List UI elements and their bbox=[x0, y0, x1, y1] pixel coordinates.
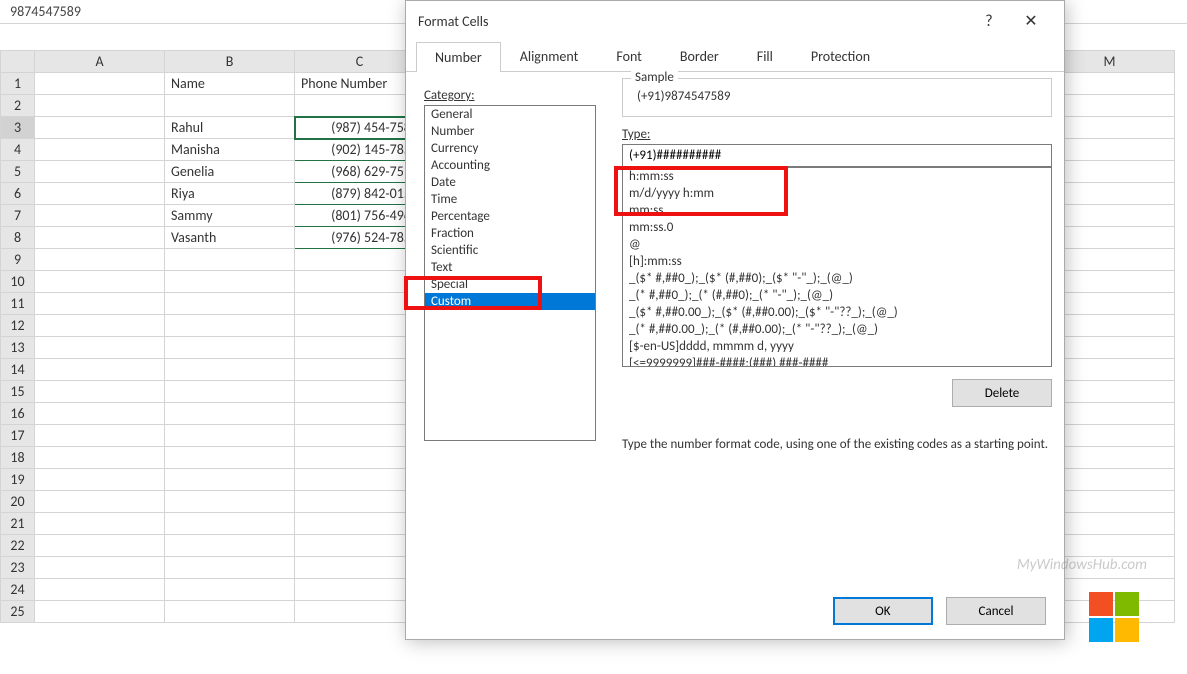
number-right-pane: Sample (+91)9874547589 Type: h:mm:ss m/d… bbox=[622, 72, 1052, 452]
col-A[interactable]: A bbox=[35, 51, 165, 73]
cancel-button[interactable]: Cancel bbox=[946, 597, 1046, 625]
fmt-6[interactable]: _($* #,##0_);_($* (#,##0);_($* "-"_);_(@… bbox=[623, 270, 1051, 287]
row-6[interactable]: 6 bbox=[1, 183, 35, 205]
dialog-title: Format Cells bbox=[418, 13, 488, 30]
help-icon[interactable]: ? bbox=[968, 12, 1010, 31]
row-11[interactable]: 11 bbox=[1, 293, 35, 315]
format-code-list[interactable]: h:mm:ss m/d/yyyy h:mm mm:ss mm:ss.0 @ [h… bbox=[622, 167, 1052, 367]
category-special[interactable]: Special bbox=[425, 276, 595, 293]
fmt-9[interactable]: _(* #,##0.00_);_(* (#,##0.00);_(* "-"??_… bbox=[623, 321, 1051, 338]
row-14[interactable]: 14 bbox=[1, 359, 35, 381]
type-label: Type: bbox=[622, 127, 650, 142]
category-fraction[interactable]: Fraction bbox=[425, 225, 595, 242]
tab-font[interactable]: Font bbox=[597, 41, 661, 71]
sample-label: Sample bbox=[631, 70, 678, 85]
category-accounting[interactable]: Accounting bbox=[425, 157, 595, 174]
row-16[interactable]: 16 bbox=[1, 403, 35, 425]
row-12[interactable]: 12 bbox=[1, 315, 35, 337]
row-4[interactable]: 4 bbox=[1, 139, 35, 161]
close-icon[interactable]: ✕ bbox=[1010, 11, 1052, 31]
format-hint: Type the number format code, using one o… bbox=[622, 407, 1052, 452]
cell-B6[interactable]: Riya bbox=[165, 183, 295, 205]
row-2[interactable]: 2 bbox=[1, 95, 35, 117]
fmt-8[interactable]: _($* #,##0.00_);_($* (#,##0.00);_($* "-"… bbox=[623, 304, 1051, 321]
row-7[interactable]: 7 bbox=[1, 205, 35, 227]
fmt-11[interactable]: [<=9999999]###-####;(###) ###-#### bbox=[623, 355, 1051, 367]
ok-button[interactable]: OK bbox=[833, 597, 933, 625]
tab-border[interactable]: Border bbox=[661, 41, 738, 71]
cell-B8[interactable]: Vasanth bbox=[165, 227, 295, 249]
row-23[interactable]: 23 bbox=[1, 557, 35, 579]
row-1[interactable]: 1 bbox=[1, 73, 35, 95]
fmt-2[interactable]: mm:ss bbox=[623, 202, 1051, 219]
category-label: Category: bbox=[424, 88, 475, 103]
formula-value: 9874547589 bbox=[10, 3, 81, 20]
category-time[interactable]: Time bbox=[425, 191, 595, 208]
select-all-corner[interactable] bbox=[1, 51, 35, 73]
col-B[interactable]: B bbox=[165, 51, 295, 73]
cell-B1[interactable]: Name bbox=[165, 73, 295, 95]
cell-B4[interactable]: Manisha bbox=[165, 139, 295, 161]
row-20[interactable]: 20 bbox=[1, 491, 35, 513]
category-number[interactable]: Number bbox=[425, 123, 595, 140]
category-date[interactable]: Date bbox=[425, 174, 595, 191]
row-25[interactable]: 25 bbox=[1, 601, 35, 623]
fmt-10[interactable]: [$-en-US]dddd, mmmm d, yyyy bbox=[623, 338, 1051, 355]
fmt-4[interactable]: @ bbox=[623, 236, 1051, 253]
category-text[interactable]: Text bbox=[425, 259, 595, 276]
category-custom[interactable]: Custom bbox=[425, 293, 595, 310]
tab-protection[interactable]: Protection bbox=[792, 41, 889, 71]
tab-alignment[interactable]: Alignment bbox=[501, 41, 598, 71]
row-18[interactable]: 18 bbox=[1, 447, 35, 469]
category-listbox[interactable]: General Number Currency Accounting Date … bbox=[424, 105, 596, 441]
sample-value: (+91)9874547589 bbox=[633, 85, 1041, 104]
row-13[interactable]: 13 bbox=[1, 337, 35, 359]
fmt-7[interactable]: _(* #,##0_);_(* (#,##0);_(* "-"_);_(@_) bbox=[623, 287, 1051, 304]
row-5[interactable]: 5 bbox=[1, 161, 35, 183]
type-input[interactable] bbox=[622, 144, 1052, 167]
dialog-body: Category: General Number Currency Accoun… bbox=[406, 72, 1064, 455]
row-15[interactable]: 15 bbox=[1, 381, 35, 403]
delete-button[interactable]: Delete bbox=[952, 379, 1052, 407]
watermark-logo-icon bbox=[1089, 592, 1139, 642]
cell-B5[interactable]: Genelia bbox=[165, 161, 295, 183]
fmt-5[interactable]: [h]:mm:ss bbox=[623, 253, 1051, 270]
row-21[interactable]: 21 bbox=[1, 513, 35, 535]
fmt-3[interactable]: mm:ss.0 bbox=[623, 219, 1051, 236]
dialog-tabs: Number Alignment Font Border Fill Protec… bbox=[406, 41, 1064, 72]
row-3[interactable]: 3 bbox=[1, 117, 35, 139]
fmt-0[interactable]: h:mm:ss bbox=[623, 168, 1051, 185]
category-currency[interactable]: Currency bbox=[425, 140, 595, 157]
row-8[interactable]: 8 bbox=[1, 227, 35, 249]
row-19[interactable]: 19 bbox=[1, 469, 35, 491]
category-general[interactable]: General bbox=[425, 106, 595, 123]
cell-B7[interactable]: Sammy bbox=[165, 205, 295, 227]
row-22[interactable]: 22 bbox=[1, 535, 35, 557]
category-percentage[interactable]: Percentage bbox=[425, 208, 595, 225]
row-9[interactable]: 9 bbox=[1, 249, 35, 271]
tab-number[interactable]: Number bbox=[416, 42, 501, 72]
dialog-titlebar[interactable]: Format Cells ? ✕ bbox=[406, 1, 1064, 41]
dialog-buttons: OK Cancel bbox=[823, 597, 1046, 625]
format-cells-dialog: Format Cells ? ✕ Number Alignment Font B… bbox=[405, 0, 1065, 640]
row-17[interactable]: 17 bbox=[1, 425, 35, 447]
tab-fill[interactable]: Fill bbox=[738, 41, 792, 71]
row-24[interactable]: 24 bbox=[1, 579, 35, 601]
fmt-1[interactable]: m/d/yyyy h:mm bbox=[623, 185, 1051, 202]
sample-group: Sample (+91)9874547589 bbox=[622, 78, 1052, 117]
row-10[interactable]: 10 bbox=[1, 271, 35, 293]
category-scientific[interactable]: Scientific bbox=[425, 242, 595, 259]
cell-B3[interactable]: Rahul bbox=[165, 117, 295, 139]
